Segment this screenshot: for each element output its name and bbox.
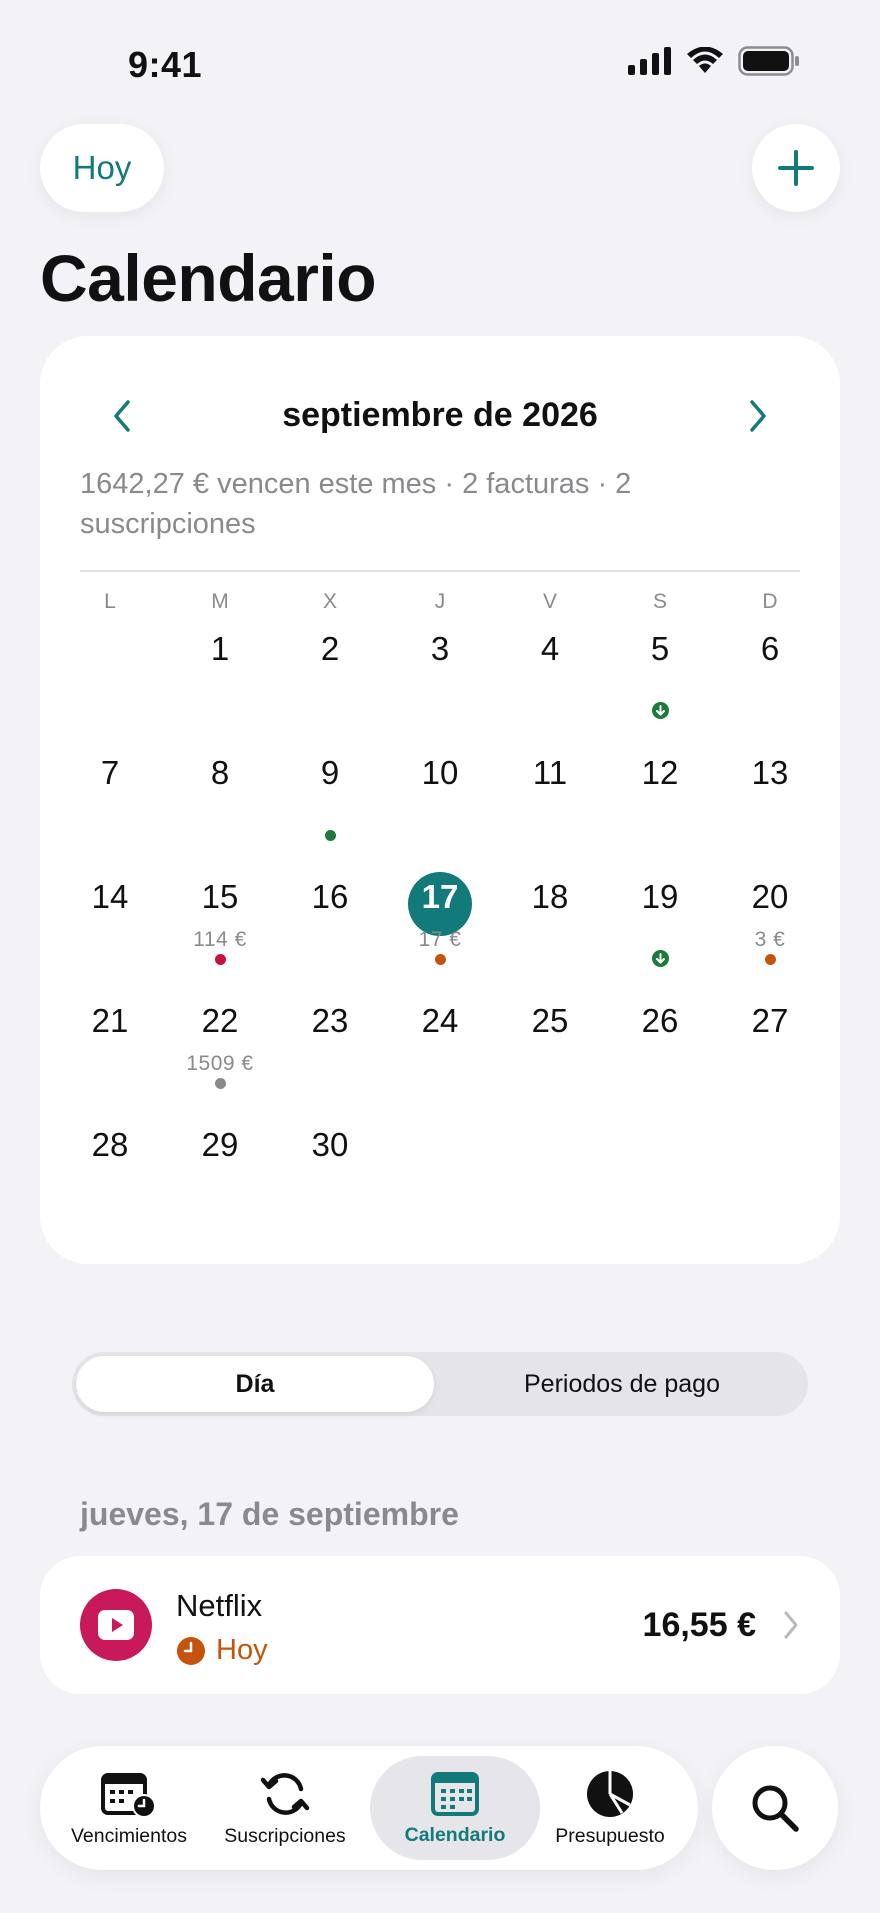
day-15[interactable]: 15 <box>180 878 260 916</box>
day-marker-dot <box>324 830 336 841</box>
day-6[interactable]: 6 <box>730 630 810 668</box>
calendar-grid-icon <box>431 1771 479 1816</box>
day-13[interactable]: 13 <box>730 754 810 792</box>
divider <box>80 570 800 572</box>
payment-item-netflix[interactable]: Netflix Hoy 16,55 € <box>40 1556 840 1694</box>
day-2[interactable]: 2 <box>290 630 370 668</box>
day-29[interactable]: 29 <box>180 1126 260 1164</box>
month-title: septiembre de 2026 <box>282 396 598 434</box>
day-22[interactable]: 22 <box>180 1002 260 1040</box>
day-14[interactable]: 14 <box>70 878 150 916</box>
item-status: Hoy <box>176 1634 268 1667</box>
month-summary: 1642,27 € vencen este mes · 2 facturas ·… <box>80 468 632 540</box>
page-title: Calendario <box>40 241 377 315</box>
wifi-icon <box>687 47 723 73</box>
chevron-right-icon <box>782 1609 800 1646</box>
calendar-clock-icon <box>101 1772 156 1818</box>
day-19[interactable]: 19 <box>620 878 700 916</box>
clock-icon <box>177 1636 205 1665</box>
chevron-right-icon <box>750 400 766 432</box>
item-amount: 16,55 € <box>642 1606 756 1644</box>
search-icon <box>752 1785 799 1832</box>
day-5[interactable]: 5 <box>620 630 700 668</box>
day-28[interactable]: 28 <box>70 1126 150 1164</box>
calendar-card: septiembre de 2026 1642,27 € vencen este… <box>40 336 840 1264</box>
weekday-label: M <box>211 590 229 613</box>
weekday-label: L <box>104 590 116 613</box>
segment-payment-periods[interactable]: Periodos de pago <box>440 1356 804 1412</box>
day-23[interactable]: 23 <box>290 1002 370 1040</box>
view-segmented-control: Día Periodos de pago <box>72 1352 808 1416</box>
day-25[interactable]: 25 <box>510 1002 590 1040</box>
day-8[interactable]: 8 <box>180 754 260 792</box>
day-21[interactable]: 21 <box>70 1002 150 1040</box>
day-marker-dot <box>214 1078 226 1089</box>
pie-chart-icon <box>587 1770 633 1817</box>
month-header: septiembre de 2026 <box>40 386 840 446</box>
search-button[interactable] <box>712 1746 838 1870</box>
today-button[interactable]: Hoy <box>40 124 164 212</box>
day-12[interactable]: 12 <box>620 754 700 792</box>
day-marker-dot <box>764 954 776 965</box>
income-arrow-icon <box>651 702 669 719</box>
sync-icon <box>260 1772 310 1815</box>
tab-presupuesto[interactable]: Presupuesto <box>540 1746 680 1870</box>
item-status-label: Hoy <box>216 1634 268 1666</box>
tab-vencimientos[interactable]: Vencimientos <box>54 1746 204 1870</box>
day-20[interactable]: 20 <box>730 878 810 916</box>
day-amount: 17 € <box>418 928 462 951</box>
weekday-label: D <box>762 590 778 613</box>
day-amount: 114 € <box>193 928 247 951</box>
weekday-label: J <box>434 590 446 613</box>
status-icons <box>628 46 800 76</box>
segment-day[interactable]: Día <box>76 1356 434 1412</box>
tab-label: Vencimientos <box>71 1824 187 1847</box>
battery-icon <box>738 46 799 76</box>
day-4[interactable]: 4 <box>510 630 590 668</box>
tab-suscripciones[interactable]: Suscripciones <box>210 1746 360 1870</box>
day-marker-dot <box>214 954 226 965</box>
day-27[interactable]: 27 <box>730 1002 810 1040</box>
day-24[interactable]: 24 <box>400 1002 480 1040</box>
item-name: Netflix <box>176 1588 263 1623</box>
tab-label: Calendario <box>404 1823 506 1846</box>
next-month-button[interactable] <box>728 386 788 446</box>
weekday-label: S <box>652 590 667 613</box>
tab-calendario[interactable]: Calendario <box>370 1746 540 1870</box>
day-17[interactable]: 17 <box>400 878 480 916</box>
day-amount: 1509 € <box>186 1052 254 1075</box>
status-time: 9:41 <box>128 44 203 85</box>
day-7[interactable]: 7 <box>70 754 150 792</box>
income-arrow-icon <box>651 950 669 967</box>
weekday-label: X <box>322 590 337 613</box>
day-30[interactable]: 30 <box>290 1126 370 1164</box>
day-9[interactable]: 9 <box>290 754 370 792</box>
tab-bar: Vencimientos Suscripciones Calendario Pr… <box>40 1746 698 1870</box>
day-1[interactable]: 1 <box>180 630 260 668</box>
status-bar: 9:41 <box>0 0 880 110</box>
day-10[interactable]: 10 <box>400 754 480 792</box>
plus-icon <box>778 150 814 186</box>
day-11[interactable]: 11 <box>510 754 590 792</box>
add-button[interactable] <box>752 124 840 212</box>
day-amount: 3 € <box>754 928 786 951</box>
day-18[interactable]: 18 <box>510 878 590 916</box>
day-26[interactable]: 26 <box>620 1002 700 1040</box>
day-16[interactable]: 16 <box>290 878 370 916</box>
play-icon <box>98 1610 134 1640</box>
day-3[interactable]: 3 <box>400 630 480 668</box>
weekday-label: V <box>542 590 557 613</box>
selected-date-heading: jueves, 17 de septiembre <box>80 1496 459 1532</box>
day-marker-dot <box>434 954 446 965</box>
cellular-signal-icon <box>628 47 671 75</box>
tab-label: Suscripciones <box>224 1824 346 1847</box>
netflix-logo <box>80 1589 152 1661</box>
tab-label: Presupuesto <box>555 1824 665 1847</box>
